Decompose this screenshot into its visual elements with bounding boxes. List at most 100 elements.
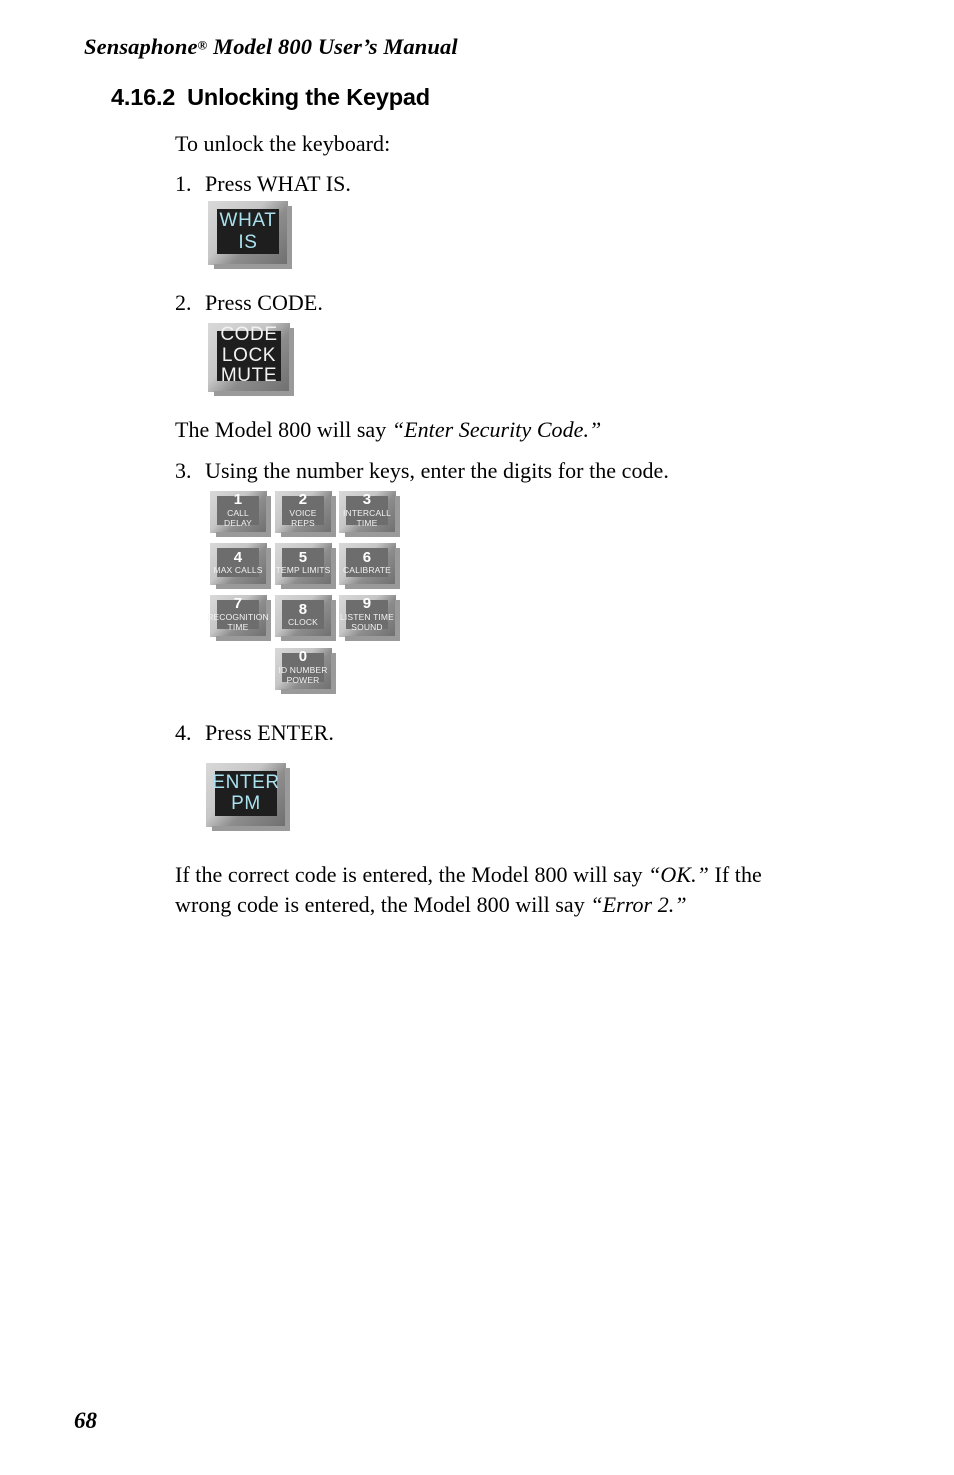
key-face: ENTER PM [212, 771, 280, 816]
key-shadow-bottom [281, 584, 336, 589]
page-number: 68 [74, 1408, 97, 1433]
key-shadow-bottom [281, 532, 336, 537]
keypad-key-0[interactable]: 0 ID NUMBER POWER [275, 648, 336, 694]
keypad-key-1-label1: CALL [227, 508, 249, 519]
step-3: 3. Using the number keys, enter the digit… [175, 456, 669, 486]
keypad-key-1[interactable]: 1 CALL DELAY [210, 491, 271, 537]
keypad-key-4-digit: 4 [233, 548, 243, 566]
key-shadow-right [331, 496, 336, 537]
key-code-lock-mute[interactable]: CODE LOCK MUTE [208, 323, 294, 396]
key-code-line3: MUTE [220, 365, 278, 387]
key-face: 0 ID NUMBER POWER [278, 649, 327, 686]
key-shadow-right [395, 600, 400, 641]
security-code-prompt: The Model 800 will say “Enter Security C… [175, 415, 601, 445]
keypad-key-0-label2: POWER [286, 675, 320, 686]
keypad-key-0-digit: 0 [298, 648, 308, 666]
key-shadow-bottom [216, 584, 271, 589]
section-title: Unlocking the Keypad [187, 84, 430, 110]
closing-paragraph: If the correct code is entered, the Mode… [175, 860, 815, 920]
key-face: 3 INTERCALL TIME [342, 492, 392, 529]
running-head-brand: Sensaphone [84, 34, 198, 59]
key-code-line1: CODE [220, 324, 278, 346]
running-head-rest: Model 800 User’s Manual [207, 34, 458, 59]
security-code-prompt-lead: The Model 800 will say [175, 417, 392, 442]
step-3-text: Using the number keys, enter the digits … [205, 458, 669, 483]
key-face: 9 LISTEN TIME SOUND [340, 596, 394, 633]
key-shadow-bottom [281, 636, 336, 641]
step-3-number: 3. [175, 458, 192, 483]
keypad-key-2[interactable]: 2 VOICE REPS [275, 491, 336, 537]
keypad-key-6[interactable]: 6 CALIBRATE [339, 543, 400, 589]
keypad-key-8[interactable]: 8 CLOCK [275, 595, 336, 641]
key-enter-line2: PM [231, 792, 261, 814]
key-what-is[interactable]: WHAT IS [208, 201, 292, 269]
key-shadow-right [331, 653, 336, 694]
closing-quote-ok: “OK.” [648, 862, 709, 887]
keypad-key-8-digit: 8 [298, 600, 308, 618]
key-face: CODE LOCK MUTE [217, 325, 281, 386]
key-face: 7 RECOGNITION TIME [207, 596, 268, 633]
keypad-key-9-label2: SOUND [351, 622, 383, 633]
key-shadow-bottom [281, 689, 336, 694]
keypad-key-7[interactable]: 7 RECOGNITION TIME [207, 595, 271, 641]
keypad-key-2-label1: VOICE [289, 508, 317, 519]
keypad-key-6-label1: CALIBRATE [343, 565, 391, 576]
step-1: 1. Press WHAT IS. [175, 169, 351, 199]
keypad-key-1-digit: 1 [233, 491, 243, 509]
key-face: WHAT IS [217, 209, 279, 254]
keypad-key-2-digit: 2 [298, 491, 308, 509]
key-shadow-bottom [345, 636, 400, 641]
key-shadow-bottom [214, 391, 294, 396]
keypad-key-7-label2: TIME [227, 622, 249, 633]
key-face: 1 CALL DELAY [217, 492, 259, 529]
section-number: 4.16.2 [111, 84, 176, 110]
keypad-key-5-label1: TEMP LIMITS [275, 565, 331, 576]
keypad-key-1-label2: DELAY [224, 518, 252, 529]
keypad-key-3-label1: INTERCALL [342, 508, 392, 519]
intro-paragraph: To unlock the keyboard: [175, 131, 391, 156]
key-enter-pm[interactable]: ENTER PM [206, 763, 290, 831]
keypad-key-7-digit: 7 [233, 595, 243, 613]
running-head: Sensaphone® Model 800 User’s Manual [84, 34, 458, 60]
key-shadow-bottom [212, 826, 290, 831]
key-enter-line1: ENTER [212, 771, 280, 793]
step-4-number: 4. [175, 720, 192, 745]
keypad-key-6-digit: 6 [362, 548, 372, 566]
registered-trademark-icon: ® [197, 37, 208, 53]
step-1-number: 1. [175, 171, 192, 196]
keypad-key-9[interactable]: 9 LISTEN TIME SOUND [339, 595, 400, 641]
key-face: 6 CALIBRATE [343, 548, 391, 577]
keypad-key-5[interactable]: 5 TEMP LIMITS [275, 543, 336, 589]
keypad-key-9-digit: 9 [362, 595, 372, 613]
security-code-prompt-quote: “Enter Security Code.” [391, 417, 602, 442]
key-code-line2: LOCK [221, 344, 277, 366]
keypad-key-9-label1: LISTEN TIME [340, 612, 394, 623]
step-2-number: 2. [175, 290, 192, 315]
key-shadow-right [266, 548, 271, 589]
section-heading: 4.16.2 Unlocking the Keypad [111, 84, 430, 111]
keypad-key-5-digit: 5 [298, 548, 308, 566]
step-4: 4. Press ENTER. [175, 718, 334, 748]
closing-quote-error: “Error 2.” [590, 892, 687, 917]
key-shadow-bottom [345, 532, 400, 537]
key-shadow-right [289, 328, 294, 396]
key-shadow-right [331, 600, 336, 641]
key-shadow-right [287, 206, 292, 269]
key-shadow-bottom [216, 636, 271, 641]
step-4-text: Press ENTER. [205, 720, 334, 745]
keypad-key-3-digit: 3 [362, 491, 372, 509]
keypad-key-4[interactable]: 4 MAX CALLS [210, 543, 271, 589]
key-shadow-bottom [345, 584, 400, 589]
key-shadow-right [285, 768, 290, 831]
keypad-key-3[interactable]: 3 INTERCALL TIME [339, 491, 400, 537]
keypad-key-2-label2: REPS [291, 518, 315, 529]
step-1-text: Press WHAT IS. [205, 171, 351, 196]
keypad-key-3-label2: TIME [356, 518, 378, 529]
key-what-is-line2: IS [238, 231, 258, 253]
key-face: 2 VOICE REPS [282, 492, 324, 529]
closing-part1: If the correct code is entered, the Mode… [175, 862, 649, 887]
keypad-key-7-label1: RECOGNITION [207, 612, 269, 623]
step-2: 2. Press CODE. [175, 288, 323, 318]
key-shadow-right [266, 496, 271, 537]
manual-page: Sensaphone® Model 800 User’s Manual 4.16… [0, 0, 954, 1475]
